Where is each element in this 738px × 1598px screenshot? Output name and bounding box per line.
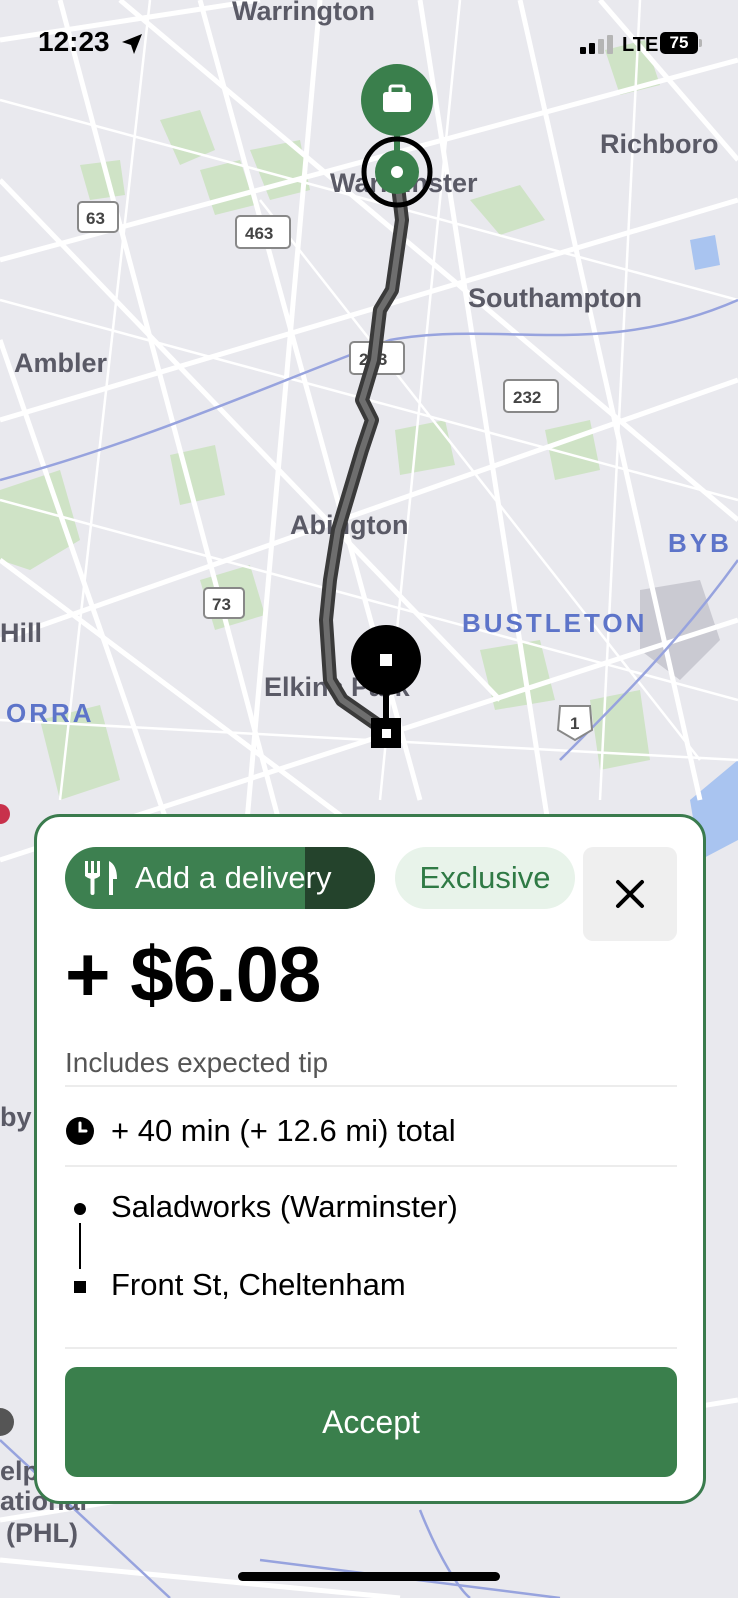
map-label-southampton: Southampton [468, 283, 642, 313]
time-distance-text: + 40 min (+ 12.6 mi) total [111, 1113, 456, 1148]
price-note: Includes expected tip [65, 1047, 329, 1078]
map-label-richboro: Richboro [600, 129, 719, 159]
utensils-icon [85, 861, 117, 895]
pickup-name: Saladworks (Warminster) [111, 1189, 458, 1224]
battery-level: 75 [669, 33, 689, 52]
divider [65, 1085, 677, 1087]
close-button[interactable] [583, 847, 677, 941]
status-time: 12:23 [38, 26, 110, 57]
map-label-by: by [0, 1102, 32, 1132]
svg-text:232: 232 [513, 388, 541, 407]
clock-icon [66, 1117, 94, 1145]
map-label-ambler: Ambler [14, 348, 108, 378]
exclusive-badge: Exclusive [395, 847, 575, 909]
dropoff-address: Front St, Cheltenham [111, 1267, 406, 1302]
divider [65, 1165, 677, 1167]
network-type: LTE [622, 34, 659, 56]
delivery-offer-card: Add a delivery Exclusive + $6.08 Include… [34, 814, 706, 1504]
map-label-bustleton: BUSTLETON [462, 608, 647, 638]
offer-price: + $6.08 [65, 930, 321, 1018]
route-summary: Saladworks (Warminster) Front St, Chelte… [65, 1189, 677, 1329]
route-stops-icon [74, 1203, 86, 1293]
location-arrow-icon [122, 34, 142, 54]
time-distance-row: + 40 min (+ 12.6 mi) total [65, 1113, 456, 1149]
offer-type-pill: Add a delivery [65, 847, 375, 909]
svg-text:1: 1 [570, 714, 579, 733]
map-label-phl: (PHL) [6, 1518, 78, 1548]
offer-type-label: Add a delivery [135, 860, 332, 895]
divider [65, 1347, 677, 1349]
svg-text:73: 73 [212, 595, 231, 614]
svg-text:63: 63 [86, 209, 105, 228]
accept-button[interactable]: Accept [65, 1367, 677, 1477]
close-icon [616, 880, 644, 908]
battery-icon: 75 [660, 32, 698, 54]
svg-text:463: 463 [245, 224, 273, 243]
map-label-hill: Hill [0, 618, 42, 648]
map-label-byb: BYB [668, 528, 732, 558]
map-label-orra: ORRA [6, 698, 95, 728]
status-bar: 12:23 LTE 75 [0, 0, 738, 90]
signal-icon [580, 35, 613, 54]
home-indicator[interactable] [238, 1572, 500, 1581]
